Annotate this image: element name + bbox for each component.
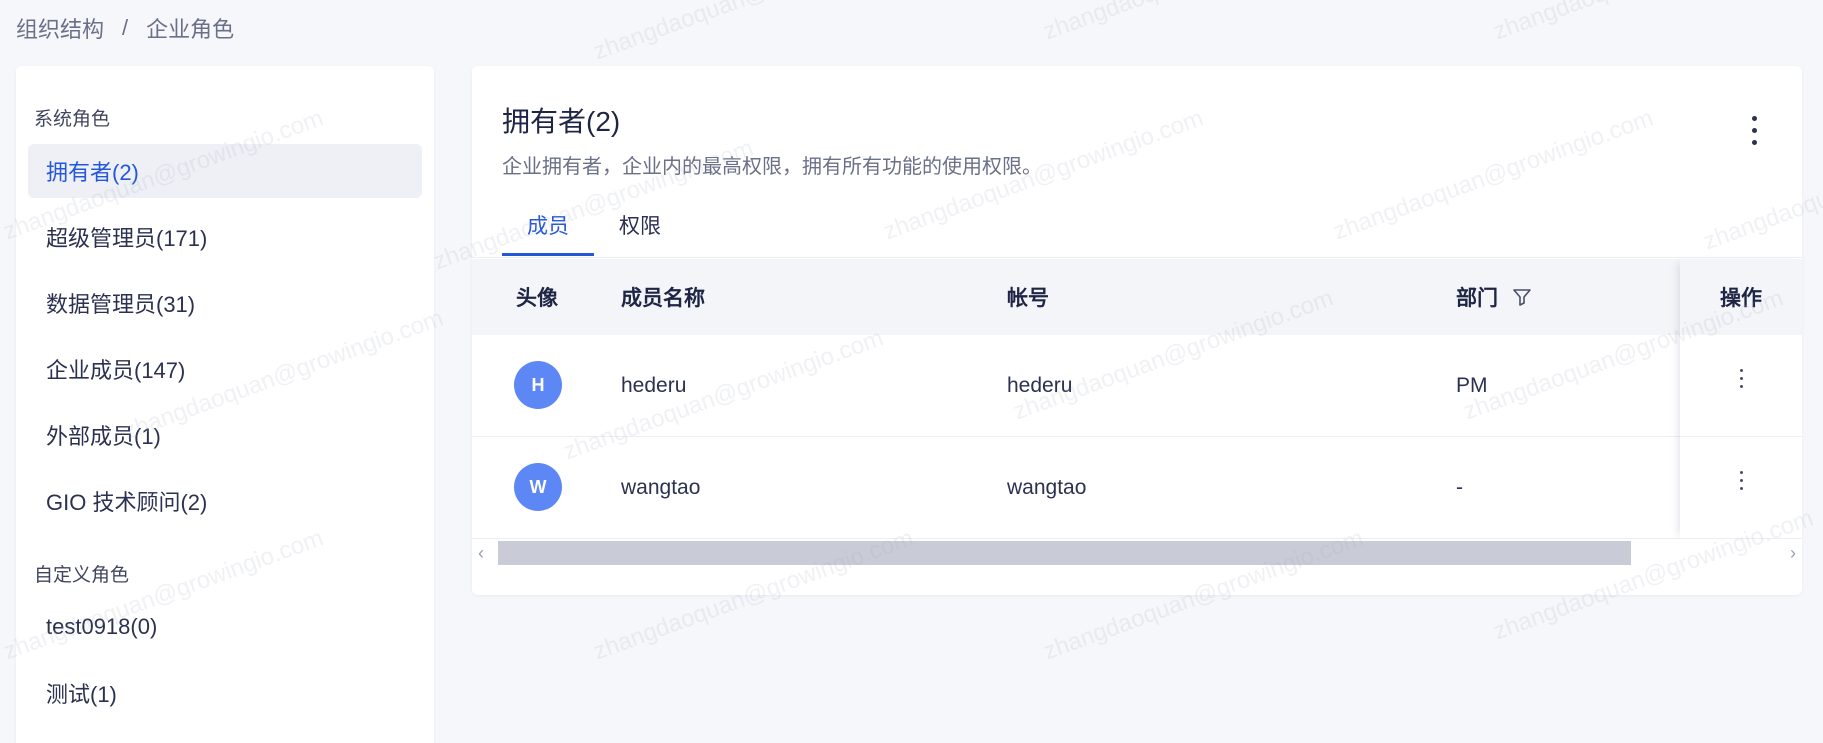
custom-roles-title: 自定义角色: [34, 565, 130, 586]
role-detail-card: 拥有者(2) 企业拥有者，企业内的最高权限，拥有所有功能的使用权限。 成员 权限…: [472, 66, 1802, 595]
page: 组织结构 / 企业角色 系统角色 拥有者(2) 超级管理员(171) 数据管理员…: [0, 0, 1823, 743]
member-name: wangtao: [621, 476, 701, 499]
role-item-label: 数据管理员(31): [46, 292, 196, 317]
role-item-test0918[interactable]: test0918(0): [28, 600, 422, 654]
member-account: wangtao: [1007, 476, 1087, 499]
filter-icon[interactable]: [1512, 287, 1532, 307]
breadcrumb-separator: /: [122, 15, 129, 40]
table-row: W wangtao wangtao -: [472, 437, 1802, 539]
role-item-label: 测试(1): [46, 682, 117, 707]
role-item-gio-consultant[interactable]: GIO 技术顾问(2): [28, 474, 422, 528]
role-item-label: 外部成员(1): [46, 424, 161, 449]
breadcrumb-current: 企业角色: [146, 17, 235, 42]
role-item-label: 拥有者(2): [46, 160, 139, 185]
table-row: H hederu hederu PM: [472, 335, 1802, 437]
member-account: hederu: [1007, 374, 1073, 397]
member-department: -: [1456, 476, 1463, 499]
role-item-enterprise-member[interactable]: 企业成员(147): [28, 342, 422, 396]
role-description: 企业拥有者，企业内的最高权限，拥有所有功能的使用权限。: [502, 156, 1042, 178]
role-item-test[interactable]: 测试(1): [28, 666, 422, 720]
tabs-divider: [472, 257, 1802, 258]
breadcrumb-parent[interactable]: 组织结构: [16, 12, 104, 44]
row-actions-cell: [1680, 437, 1802, 539]
role-item-label: test0918(0): [46, 614, 158, 639]
role-item-external-member[interactable]: 外部成员(1): [28, 408, 422, 462]
header-account: 帐号: [1007, 287, 1049, 310]
avatar: W: [514, 463, 562, 511]
row-more-icon[interactable]: [1738, 368, 1744, 391]
horizontal-scrollbar[interactable]: ‹ ›: [472, 539, 1802, 565]
member-name: hederu: [621, 374, 687, 397]
header-department: 部门: [1456, 259, 1532, 335]
row-actions-cell: [1680, 335, 1802, 437]
role-title: 拥有者(2): [502, 106, 621, 137]
actions-column: 操作: [1680, 259, 1802, 539]
watermark-text: zhangdaoquan@growingio.com: [590, 0, 917, 66]
scrollbar-thumb[interactable]: [498, 541, 1631, 565]
table-header: 头像 成员名称 帐号 部门: [472, 259, 1802, 335]
header-actions: 操作: [1680, 259, 1802, 335]
role-sidebar: 系统角色 拥有者(2) 超级管理员(171) 数据管理员(31) 企业成员(14…: [16, 66, 434, 743]
tab-members[interactable]: 成员: [502, 196, 594, 256]
avatar: H: [514, 361, 562, 409]
member-department: PM: [1456, 374, 1488, 397]
header-avatar: 头像: [516, 287, 558, 310]
tabs: 成员 权限: [502, 196, 686, 256]
breadcrumb: 组织结构 / 企业角色: [16, 12, 234, 44]
watermark-text: zhangdaoquan@growingio.com: [1040, 0, 1367, 46]
role-item-data-admin[interactable]: 数据管理员(31): [28, 276, 422, 330]
role-item-label: GIO 技术顾问(2): [46, 490, 208, 515]
scroll-right-icon[interactable]: ›: [1790, 543, 1796, 564]
row-more-icon[interactable]: [1738, 470, 1744, 493]
header-name: 成员名称: [621, 287, 705, 310]
tab-permissions[interactable]: 权限: [594, 196, 686, 254]
header-department-label: 部门: [1456, 287, 1498, 310]
system-roles-title: 系统角色: [34, 109, 111, 130]
role-item-label: 超级管理员(171): [46, 226, 208, 251]
role-item-label: 企业成员(147): [46, 358, 186, 383]
more-vertical-icon[interactable]: [1748, 116, 1760, 152]
role-item-super-admin[interactable]: 超级管理员(171): [28, 210, 422, 264]
role-item-owner[interactable]: 拥有者(2): [28, 144, 422, 198]
watermark-text: zhangdaoquan@growingio.com: [1490, 0, 1817, 46]
scroll-left-icon[interactable]: ‹: [478, 543, 484, 564]
